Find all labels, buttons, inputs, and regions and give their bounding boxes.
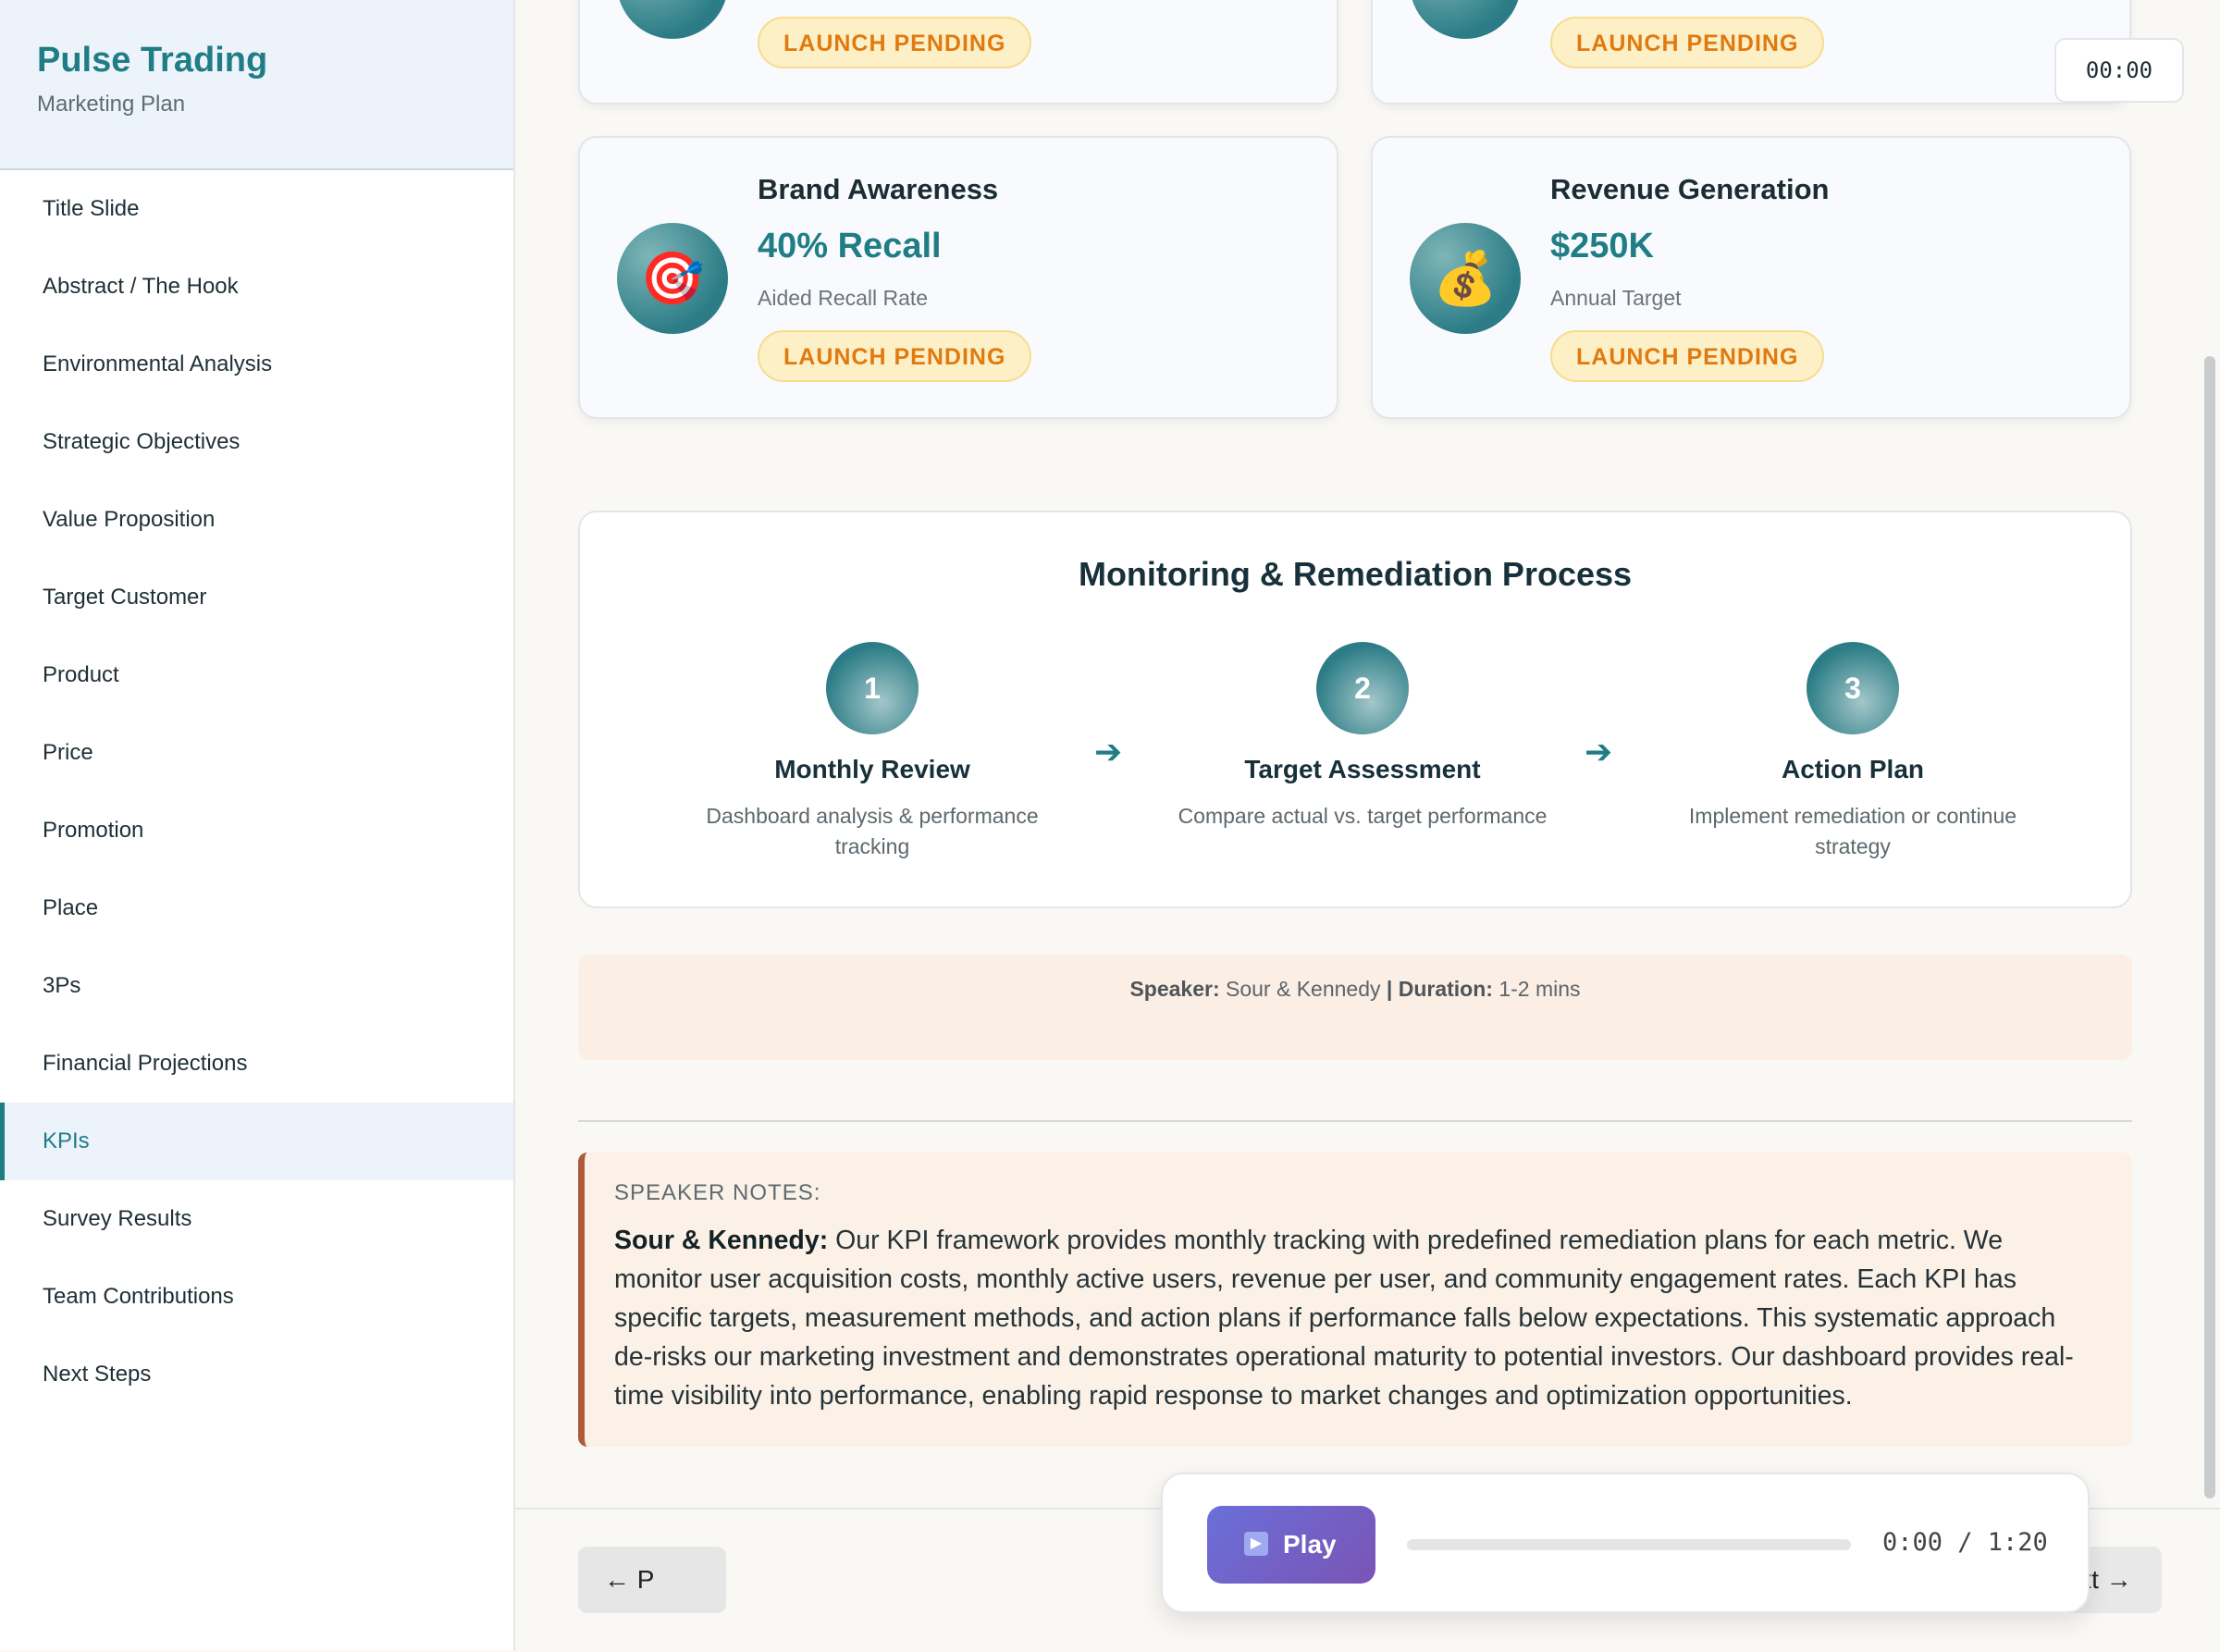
step-title: Monthly Review <box>774 755 970 783</box>
audio-progress-bar[interactable] <box>1407 1539 1851 1550</box>
target-icon: 🎯 <box>617 223 728 334</box>
kpi-icon <box>617 0 728 39</box>
sidebar-item-title-slide[interactable]: Title Slide <box>0 170 513 248</box>
play-button[interactable]: ▶ Play <box>1207 1506 1375 1584</box>
notes-body: Sour & Kennedy: Our KPI framework provid… <box>614 1221 2095 1415</box>
scrollbar-thumb[interactable] <box>2204 356 2215 1498</box>
process-title: Monitoring & Remediation Process <box>1078 555 1633 593</box>
kpi-title: Brand Awareness <box>758 173 999 205</box>
main-content: LAUNCH PENDING LAUNCH PENDING 🎯 Brand Aw… <box>515 0 2220 1652</box>
sidebar-item-value-proposition[interactable]: Value Proposition <box>0 481 513 559</box>
sidebar-nav: Title Slide Abstract / The Hook Environm… <box>0 170 513 1413</box>
money-bag-icon: 💰 <box>1410 223 1521 334</box>
sidebar-header: Pulse Trading Marketing Plan <box>0 0 513 170</box>
notes-label: SPEAKER NOTES: <box>614 1180 821 1205</box>
divider <box>578 1120 2132 1122</box>
process-card: Monitoring & Remediation Process 1 Month… <box>578 511 2132 908</box>
audio-time: 0:00 / 1:20 <box>1882 1528 2048 1557</box>
previous-button[interactable]: ← P <box>578 1547 726 1613</box>
kpi-card-top-left: LAUNCH PENDING <box>578 0 1338 105</box>
sidebar-item-environmental-analysis[interactable]: Environmental Analysis <box>0 326 513 403</box>
sidebar-item-3ps[interactable]: 3Ps <box>0 947 513 1025</box>
step-number: 1 <box>826 642 919 734</box>
step-description: Implement remediation or continue strate… <box>1688 804 2017 858</box>
duration-value: 1-2 mins <box>1498 977 1581 1001</box>
sidebar-item-kpis[interactable]: KPIs <box>0 1103 513 1180</box>
step-title: Target Assessment <box>1244 755 1481 783</box>
kpi-value: $250K <box>1550 227 1654 265</box>
sidebar-item-survey-results[interactable]: Survey Results <box>0 1180 513 1258</box>
speaker-name: Sour & Kennedy <box>1226 977 1381 1001</box>
status-badge: LAUNCH PENDING <box>758 17 1032 68</box>
sidebar: Pulse Trading Marketing Plan Title Slide… <box>0 0 515 1650</box>
sidebar-item-promotion[interactable]: Promotion <box>0 792 513 869</box>
sidebar-item-product[interactable]: Product <box>0 636 513 714</box>
play-icon: ▶ <box>1244 1531 1268 1556</box>
step-description: Compare actual vs. target performance <box>1178 804 1548 828</box>
step-title: Action Plan <box>1781 755 1924 783</box>
separator: | <box>1386 977 1393 1001</box>
kpi-card-revenue-generation: 💰 Revenue Generation $250K Annual Target… <box>1371 136 2131 419</box>
kpi-card-top-right: LAUNCH PENDING <box>1371 0 2131 105</box>
status-badge: LAUNCH PENDING <box>1550 330 1825 382</box>
sidebar-item-strategic-objectives[interactable]: Strategic Objectives <box>0 403 513 481</box>
notes-text: Our KPI framework provides monthly track… <box>614 1226 2074 1411</box>
step-number: 3 <box>1807 642 1899 734</box>
kpi-subtitle: Annual Target <box>1550 286 1682 310</box>
app-title: Pulse Trading <box>37 41 268 80</box>
speaker-notes: SPEAKER NOTES: Sour & Kennedy: Our KPI f… <box>578 1153 2132 1447</box>
speaker-label: Speaker: <box>1129 977 1220 1001</box>
duration-label: Duration: <box>1398 977 1493 1001</box>
scrollbar[interactable] <box>2198 0 2220 1508</box>
sidebar-item-financial-projections[interactable]: Financial Projections <box>0 1025 513 1103</box>
step-description: Dashboard analysis & performance trackin… <box>706 804 1039 858</box>
kpi-card-brand-awareness: 🎯 Brand Awareness 40% Recall Aided Recal… <box>578 136 1338 419</box>
sidebar-item-target-customer[interactable]: Target Customer <box>0 559 513 636</box>
step-number: 2 <box>1316 642 1409 734</box>
app-subtitle: Marketing Plan <box>37 92 186 117</box>
sidebar-item-team-contributions[interactable]: Team Contributions <box>0 1258 513 1336</box>
kpi-title: Revenue Generation <box>1550 173 1830 205</box>
presentation-timer: 00:00 <box>2054 38 2184 103</box>
status-badge: LAUNCH PENDING <box>1550 17 1825 68</box>
sidebar-item-abstract[interactable]: Abstract / The Hook <box>0 248 513 326</box>
sidebar-item-next-steps[interactable]: Next Steps <box>0 1336 513 1413</box>
status-badge: LAUNCH PENDING <box>758 330 1032 382</box>
kpi-value: 40% Recall <box>758 227 942 265</box>
arrow-right-icon: ➔ <box>1585 733 1613 771</box>
sidebar-item-place[interactable]: Place <box>0 869 513 947</box>
sidebar-item-price[interactable]: Price <box>0 714 513 792</box>
audio-player: ▶ Play 0:00 / 1:20 <box>1161 1473 2090 1613</box>
speaker-info: Speaker: Sour & Kennedy | Duration: 1-2 … <box>578 955 2132 1060</box>
arrow-right-icon: ➔ <box>1094 733 1123 771</box>
play-label: Play <box>1283 1530 1337 1559</box>
notes-speaker: Sour & Kennedy: <box>614 1226 829 1255</box>
kpi-subtitle: Aided Recall Rate <box>758 286 929 310</box>
kpi-icon <box>1410 0 1521 39</box>
